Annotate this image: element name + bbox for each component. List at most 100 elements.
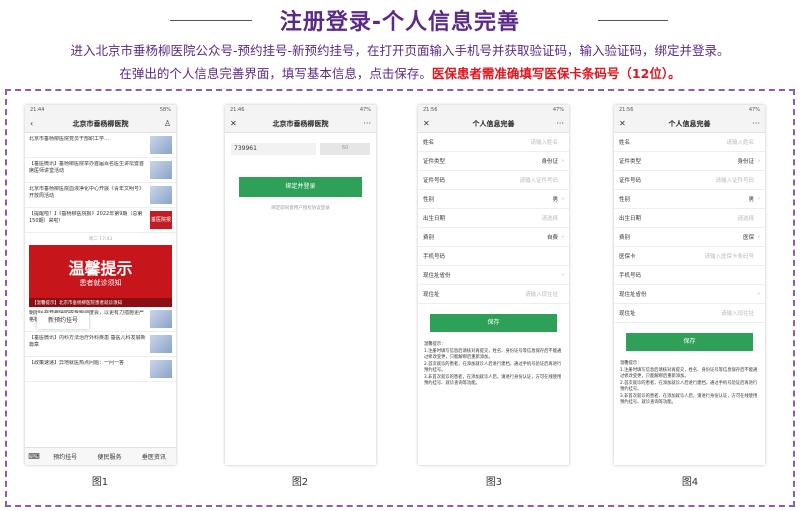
form-row[interactable]: 手机号码: [418, 247, 569, 266]
chevron-right-icon: ›: [561, 158, 564, 164]
field-label: 费别: [423, 235, 435, 241]
field-label: 性别: [619, 197, 631, 203]
notice-banner[interactable]: 温馨提示 患者就诊须知 【温馨提示】北京市垂杨柳医院患者就诊须知: [29, 245, 172, 307]
field-label: 出生日期: [423, 216, 446, 222]
bind-login-button[interactable]: 绑定并登录: [239, 177, 362, 197]
field-value[interactable]: 请输入姓名: [659, 138, 754, 146]
form-row[interactable]: 医保卡 请输入医保卡条码号: [614, 247, 765, 266]
page-title: 注册登录-个人信息完善: [279, 10, 521, 35]
form-row[interactable]: 性别 男 ›: [418, 190, 569, 209]
news-title: 北京市垂杨柳医院血液净化中心开展《青年文明号》开放周活动: [29, 186, 145, 199]
news-thumbnail: [150, 136, 172, 154]
phone-screen-1: 21:44 58% ‹ 北京市垂杨柳医院 ♙ 北京市垂杨柳医院党员干部职工学… 【…: [25, 105, 176, 465]
save-button[interactable]: 保存: [626, 333, 753, 351]
tip-3: 3.非首次就诊的患者，在添加就诊人后，请进行身份认证，方可在线使用预约挂号、就诊…: [424, 374, 562, 387]
intro-line-2: 在弹出的个人信息完善界面，填写基本信息，点击保存。医保患者需准确填写医保卡条码号…: [0, 63, 800, 82]
chevron-right-icon: ›: [561, 272, 564, 278]
more-icon[interactable]: ···: [552, 119, 564, 128]
battery-level: 58%: [159, 107, 171, 113]
field-label: 现住址省份: [619, 292, 647, 298]
form-row[interactable]: 现住址 请输入现住址: [614, 304, 765, 323]
form-row[interactable]: 出生日期 请选择: [418, 209, 569, 228]
form-row[interactable]: 手机号码: [614, 266, 765, 285]
agreement-link[interactable]: 绑定即同意用户授权协议登录: [225, 205, 376, 211]
field-value[interactable]: 请输入现住址: [463, 290, 558, 298]
status-time: 21:44: [30, 107, 45, 113]
chevron-right-icon: ›: [757, 196, 760, 202]
field-value[interactable]: 身份证: [659, 157, 754, 165]
field-value[interactable]: 请输入证件号码: [659, 176, 754, 184]
close-icon[interactable]: ✕: [619, 119, 631, 128]
news-item[interactable]: 【垂医微讯】垂杨柳医院举办首届百名医生讲坛暨首席医师讲堂活动: [25, 158, 176, 183]
info-form: 姓名 请输入姓名 证件类型 身份证 › 证件号码 请输入证件号码 性别男 › 出生日期 请选择费别 自…: [418, 133, 569, 304]
form-row[interactable]: 费别 医保 ›: [614, 228, 765, 247]
field-value[interactable]: 请输入现住址: [659, 309, 754, 317]
tab-news[interactable]: 垂医资讯: [132, 452, 176, 461]
field-value[interactable]: 男: [659, 195, 754, 203]
form-row[interactable]: 出生日期 请选择: [614, 209, 765, 228]
new-appointment-menu-item[interactable]: 新预约挂号: [37, 313, 89, 329]
back-icon[interactable]: ‹: [30, 119, 42, 128]
title-row: 注册登录-个人信息完善: [0, 4, 800, 38]
news-title: 北京市垂杨柳医院党员干部职工学…: [29, 136, 110, 142]
form-row[interactable]: 证件号码 请输入证件号码: [418, 171, 569, 190]
form-row[interactable]: 证件类型 身份证 ›: [418, 152, 569, 171]
intro-line-2-warning: 医保患者需准确填写医保卡条码号（12位）。: [431, 66, 681, 81]
field-value[interactable]: 身份证: [463, 157, 558, 165]
form-row[interactable]: 证件类型 身份证 ›: [614, 152, 765, 171]
news-item[interactable]: 【垂医微讯】内科方法治疗外科疾患 垂医儿科发展新篇章: [25, 332, 176, 357]
field-value[interactable]: 请输入姓名: [463, 138, 558, 146]
field-value[interactable]: 男: [463, 195, 558, 203]
field-value[interactable]: 请输入证件号码: [463, 176, 558, 184]
more-icon[interactable]: ···: [748, 119, 760, 128]
field-value[interactable]: 请输入医保卡条码号: [659, 252, 754, 260]
chevron-right-icon: ›: [561, 196, 564, 202]
field-value[interactable]: 医保: [659, 233, 754, 241]
title-divider-right: [598, 20, 668, 21]
news-title: 【垂医微讯】内科方法治疗外科疾患 垂医儿科发展新篇章: [29, 335, 146, 348]
close-icon[interactable]: ✕: [423, 119, 435, 128]
form-row[interactable]: 性别 男 ›: [614, 190, 765, 209]
info-form: 姓名 请输入姓名 证件类型 身份证 › 证件号码 请输入证件号码 性别男 › 出生日期 请选择 费别医…: [614, 133, 765, 323]
save-button[interactable]: 保存: [430, 314, 557, 332]
field-label: 医保卡: [619, 254, 636, 260]
close-icon[interactable]: ✕: [230, 119, 242, 128]
form-row[interactable]: 证件号码 请输入证件号码: [614, 171, 765, 190]
get-code-button[interactable]: 60: [320, 143, 370, 155]
more-icon[interactable]: ···: [359, 119, 371, 128]
battery-level: 47%: [359, 107, 371, 113]
status-bar: 21:46 47%: [225, 105, 376, 115]
nav-bar: ✕ 个人信息完善 ···: [418, 115, 569, 133]
form-row[interactable]: 现住址 请输入现住址: [418, 285, 569, 304]
news-item[interactable]: 【政策速递】异地就医热点问题：一问一答: [25, 357, 176, 382]
tab-services[interactable]: 便民服务: [87, 452, 131, 461]
phone-screen-2: 21:46 47% ✕ 北京市垂杨柳医院 ··· 739961 60 绑定并登录 …: [225, 105, 376, 465]
news-item[interactable]: 【提醒啦！】《垂杨柳医院报》2022年第9期（总第150期）来啦！ 垂医院报: [25, 208, 176, 233]
keyboard-icon[interactable]: ⌨: [25, 452, 43, 461]
form-row[interactable]: 费别 自费 ›: [418, 228, 569, 247]
countdown-label: 60: [341, 145, 349, 151]
field-value[interactable]: 请选择: [659, 214, 754, 222]
status-time: 21:56: [619, 107, 634, 113]
news-item[interactable]: 北京市垂杨柳医院党员干部职工学…: [25, 133, 176, 158]
form-row[interactable]: 姓名 请输入姓名: [614, 133, 765, 152]
form-row[interactable]: 姓名 请输入姓名: [418, 133, 569, 152]
news-item[interactable]: 北京市垂杨柳医院血液净化中心开展《青年文明号》开放周活动: [25, 183, 176, 208]
form-row[interactable]: 现住址省份 ›: [614, 285, 765, 304]
field-label: 现住址省份: [423, 273, 451, 279]
form-row[interactable]: 现住址省份 ›: [418, 266, 569, 285]
field-label: 证件类型: [619, 159, 642, 165]
news-thumbnail: [150, 310, 172, 328]
news-thumbnail: 垂医院报: [150, 211, 172, 229]
tip-2: 2.首次就诊的患者，在添加就诊人后进行建档，通过手机号验证后再进行预约挂号。: [620, 380, 758, 393]
user-icon[interactable]: ♙: [159, 119, 171, 128]
verification-code-input[interactable]: 739961: [231, 143, 316, 155]
status-bar: 21:56 47%: [614, 105, 765, 115]
caption-fig4: 图4: [681, 477, 699, 488]
field-label: 证件号码: [619, 178, 642, 184]
field-value[interactable]: 自费: [463, 233, 558, 241]
field-value[interactable]: 请选择: [463, 214, 558, 222]
banner-caption: 【温馨提示】北京市垂杨柳医院患者就诊须知: [29, 298, 172, 307]
tab-appointment[interactable]: 预约挂号: [43, 452, 87, 461]
menu-bar: ⌨ 预约挂号 便民服务 垂医资讯: [25, 447, 176, 465]
